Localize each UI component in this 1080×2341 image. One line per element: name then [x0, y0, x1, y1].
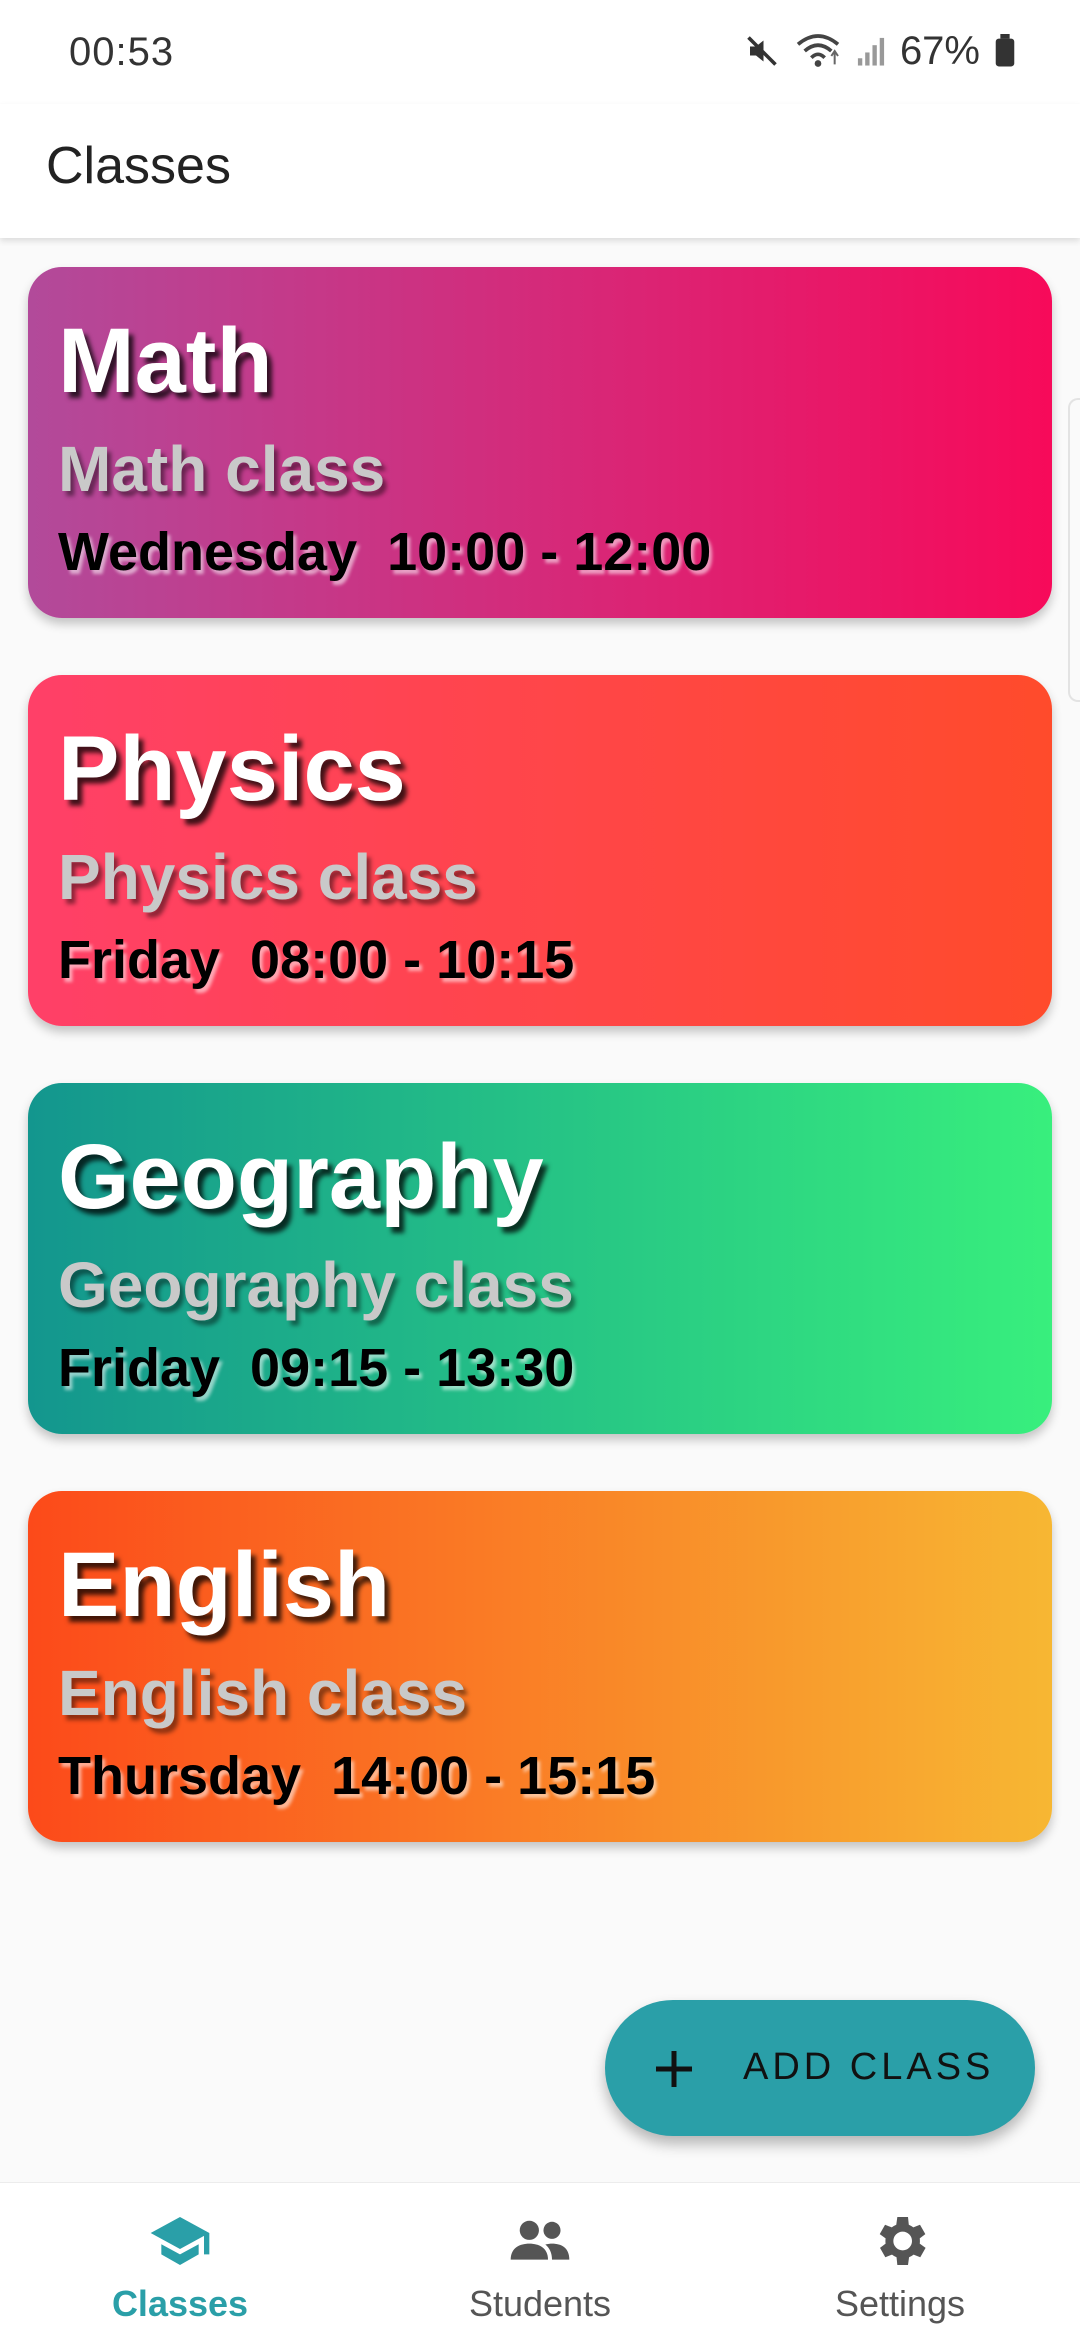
class-schedule: Friday 09:15 - 13:30: [58, 1338, 575, 1398]
people-icon: [508, 2209, 572, 2273]
app-bar: Classes: [0, 104, 1080, 238]
battery-percent: 67%: [899, 28, 980, 73]
add-class-label: ADD CLASS: [743, 2046, 995, 2088]
nav-label-classes: Classes: [111, 2283, 249, 2324]
class-description: English class: [58, 1657, 468, 1729]
class-name: English: [58, 1534, 391, 1636]
status-bar: 00:53 67%: [0, 0, 1080, 104]
nav-item-students[interactable]: Students: [360, 2183, 720, 2341]
class-name: Geography: [58, 1126, 544, 1228]
class-card-math[interactable]: Math Math class Wednesday 10:00 - 12:00: [28, 267, 1052, 618]
class-name: Physics: [58, 718, 406, 820]
signal-icon: [856, 35, 886, 67]
scroll-indicator[interactable]: [1068, 398, 1080, 702]
class-schedule: Thursday 14:00 - 15:15: [58, 1746, 656, 1806]
mute-icon: [744, 33, 780, 69]
nav-label-students: Students: [468, 2283, 612, 2324]
battery-icon: [994, 34, 1016, 68]
class-card-geography[interactable]: Geography Geography class Friday 09:15 -…: [28, 1083, 1052, 1434]
class-card-physics[interactable]: Physics Physics class Friday 08:00 - 10:…: [28, 675, 1052, 1026]
gear-icon: [868, 2209, 932, 2273]
class-card-english[interactable]: English English class Thursday 14:00 - 1…: [28, 1491, 1052, 1842]
plus-icon: [652, 2047, 696, 2091]
class-description: Geography class: [58, 1249, 574, 1321]
class-list: Math Math class Wednesday 10:00 - 12:00 …: [28, 267, 1052, 1899]
class-schedule: Wednesday 10:00 - 12:00: [58, 522, 712, 582]
nav-item-classes[interactable]: Classes: [0, 2183, 360, 2341]
class-description: Physics class: [58, 841, 478, 913]
page-title: Classes: [46, 137, 231, 195]
graduation-cap-icon: [148, 2209, 212, 2273]
class-schedule: Friday 08:00 - 10:15: [58, 930, 575, 990]
bottom-nav: Classes Students Settings: [0, 2182, 1080, 2341]
nav-label-settings: Settings: [834, 2283, 966, 2324]
add-class-button[interactable]: ADD CLASS: [605, 2000, 1035, 2136]
wifi-icon: [794, 31, 842, 71]
nav-item-settings[interactable]: Settings: [720, 2183, 1080, 2341]
status-icons: 67%: [744, 28, 1016, 74]
class-name: Math: [58, 310, 273, 412]
status-time: 00:53: [69, 30, 175, 74]
class-description: Math class: [58, 433, 386, 505]
